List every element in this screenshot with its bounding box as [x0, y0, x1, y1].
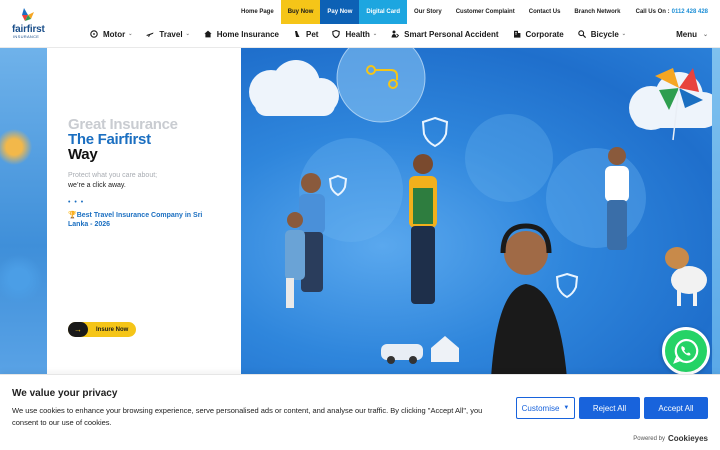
nav-item-label: Motor	[103, 29, 126, 39]
nav-item-label: Corporate	[525, 29, 564, 39]
cookie-description: We use cookies to enhance your browsing …	[12, 406, 483, 427]
house-icon	[204, 30, 212, 38]
pay-now-button[interactable]: Pay Now	[320, 0, 360, 24]
caret-down-icon: ▼	[563, 405, 570, 411]
hero-heading-line-3: Way	[68, 146, 98, 163]
nav-item-travel[interactable]: Travel ⌄	[146, 29, 190, 39]
chevron-down-icon: ⌄	[185, 31, 190, 37]
customise-button[interactable]: Customise ▼	[516, 397, 575, 419]
menu-label: Menu	[676, 29, 697, 39]
top-link-our-story[interactable]: Our Story	[407, 0, 449, 24]
hero-subtitle-line-2: we’re a click away.	[68, 182, 126, 189]
insure-now-button[interactable]: → Insure Now	[68, 322, 136, 337]
building-icon	[513, 30, 521, 38]
top-link-home[interactable]: Home Page	[234, 0, 281, 24]
nav-item-smart-personal-accident[interactable]: Smart Personal Accident	[391, 29, 499, 39]
digital-card-button[interactable]: Digital Card	[359, 0, 408, 24]
top-link-contact-us[interactable]: Contact Us	[522, 0, 568, 24]
buy-now-button[interactable]: Buy Now	[280, 0, 321, 24]
whatsapp-icon	[673, 338, 699, 364]
dog-graphic	[665, 247, 707, 306]
blurred-background-right	[712, 48, 720, 378]
top-link-customer-complaint[interactable]: Customer Complaint	[449, 0, 522, 24]
nav-item-motor[interactable]: Motor ⌄	[90, 30, 132, 39]
car-house-graphic	[381, 336, 459, 364]
customise-label: Customise	[521, 403, 560, 413]
hero-subtitle-line-1: Protect what you care about;	[68, 172, 158, 179]
powered-by-label: Powered by	[633, 435, 665, 442]
hero-text-panel: Great Insurance The Fairfirst Way Protec…	[47, 48, 241, 378]
chevron-down-icon: ⌄	[372, 31, 378, 37]
paw-icon	[293, 30, 301, 38]
chevron-down-icon: ⌄	[702, 31, 708, 38]
insure-now-label: Insure Now	[96, 326, 129, 333]
top-link-branch-network[interactable]: Branch Network	[567, 0, 627, 24]
logo-subtitle: INSURANCE	[13, 34, 40, 39]
site-header: fairfirst INSURANCE Home Page Buy Now Pa…	[0, 0, 720, 48]
search-bicycle-icon	[578, 30, 586, 38]
chevron-down-icon: ⌄	[621, 31, 626, 37]
steering-wheel-icon	[90, 30, 98, 38]
nav-item-home-insurance[interactable]: Home Insurance	[204, 30, 279, 39]
nav-item-pet[interactable]: Pet	[293, 30, 318, 39]
reject-all-button[interactable]: Reject All	[579, 397, 640, 419]
bubble-right	[546, 148, 646, 248]
nav-item-health[interactable]: Health ⌄	[332, 30, 377, 39]
bubble-top	[337, 48, 425, 122]
award-badge-text: 🏆Best Travel Insurance Company in Sri La…	[68, 212, 203, 228]
person-icon	[391, 30, 400, 38]
nav-item-label: Travel	[159, 29, 183, 39]
cookie-title: We value your privacy	[12, 388, 118, 399]
nav-item-label: Bicycle	[590, 29, 619, 39]
whatsapp-chat-button[interactable]	[662, 327, 710, 375]
nav-item-corporate[interactable]: Corporate	[513, 30, 564, 39]
chevron-down-icon: ⌄	[128, 31, 133, 37]
accept-all-button[interactable]: Accept All	[644, 397, 708, 419]
nav-item-bicycle[interactable]: Bicycle ⌄	[578, 30, 626, 39]
call-us[interactable]: Call Us On : 0112 428 428	[636, 0, 708, 24]
nav-item-label: Home Insurance	[216, 29, 280, 39]
nav-item-label: Smart Personal Accident	[404, 29, 499, 39]
hero-image	[241, 48, 712, 378]
main-navigation: Motor ⌄ Travel ⌄ Home Insurance Pet Heal…	[90, 24, 640, 44]
hero-dots: • • •	[68, 199, 85, 206]
cloud-left	[249, 60, 339, 116]
cookie-consent-banner: We value your privacy We use cookies to …	[0, 374, 720, 450]
blurred-background-left	[0, 48, 47, 378]
nav-item-label: Health	[345, 29, 370, 39]
nav-item-label: Pet	[306, 29, 319, 39]
top-utility-bar: Home Page Buy Now Pay Now Digital Card O…	[234, 0, 627, 24]
fairfirst-logo[interactable]: fairfirst INSURANCE	[10, 6, 54, 42]
hero-illustration	[249, 48, 712, 378]
call-us-label: Call Us On :	[635, 9, 670, 15]
cookieyes-logo[interactable]: Cookieyes	[668, 434, 708, 443]
arrow-right-icon: →	[68, 322, 88, 337]
shield-heart-icon	[332, 30, 341, 38]
powered-by: Powered by Cookieyes	[633, 434, 708, 443]
call-us-number[interactable]: 0112 428 428	[672, 9, 708, 15]
airplane-icon	[146, 30, 154, 38]
menu-button[interactable]: Menu ⌄	[676, 24, 708, 44]
